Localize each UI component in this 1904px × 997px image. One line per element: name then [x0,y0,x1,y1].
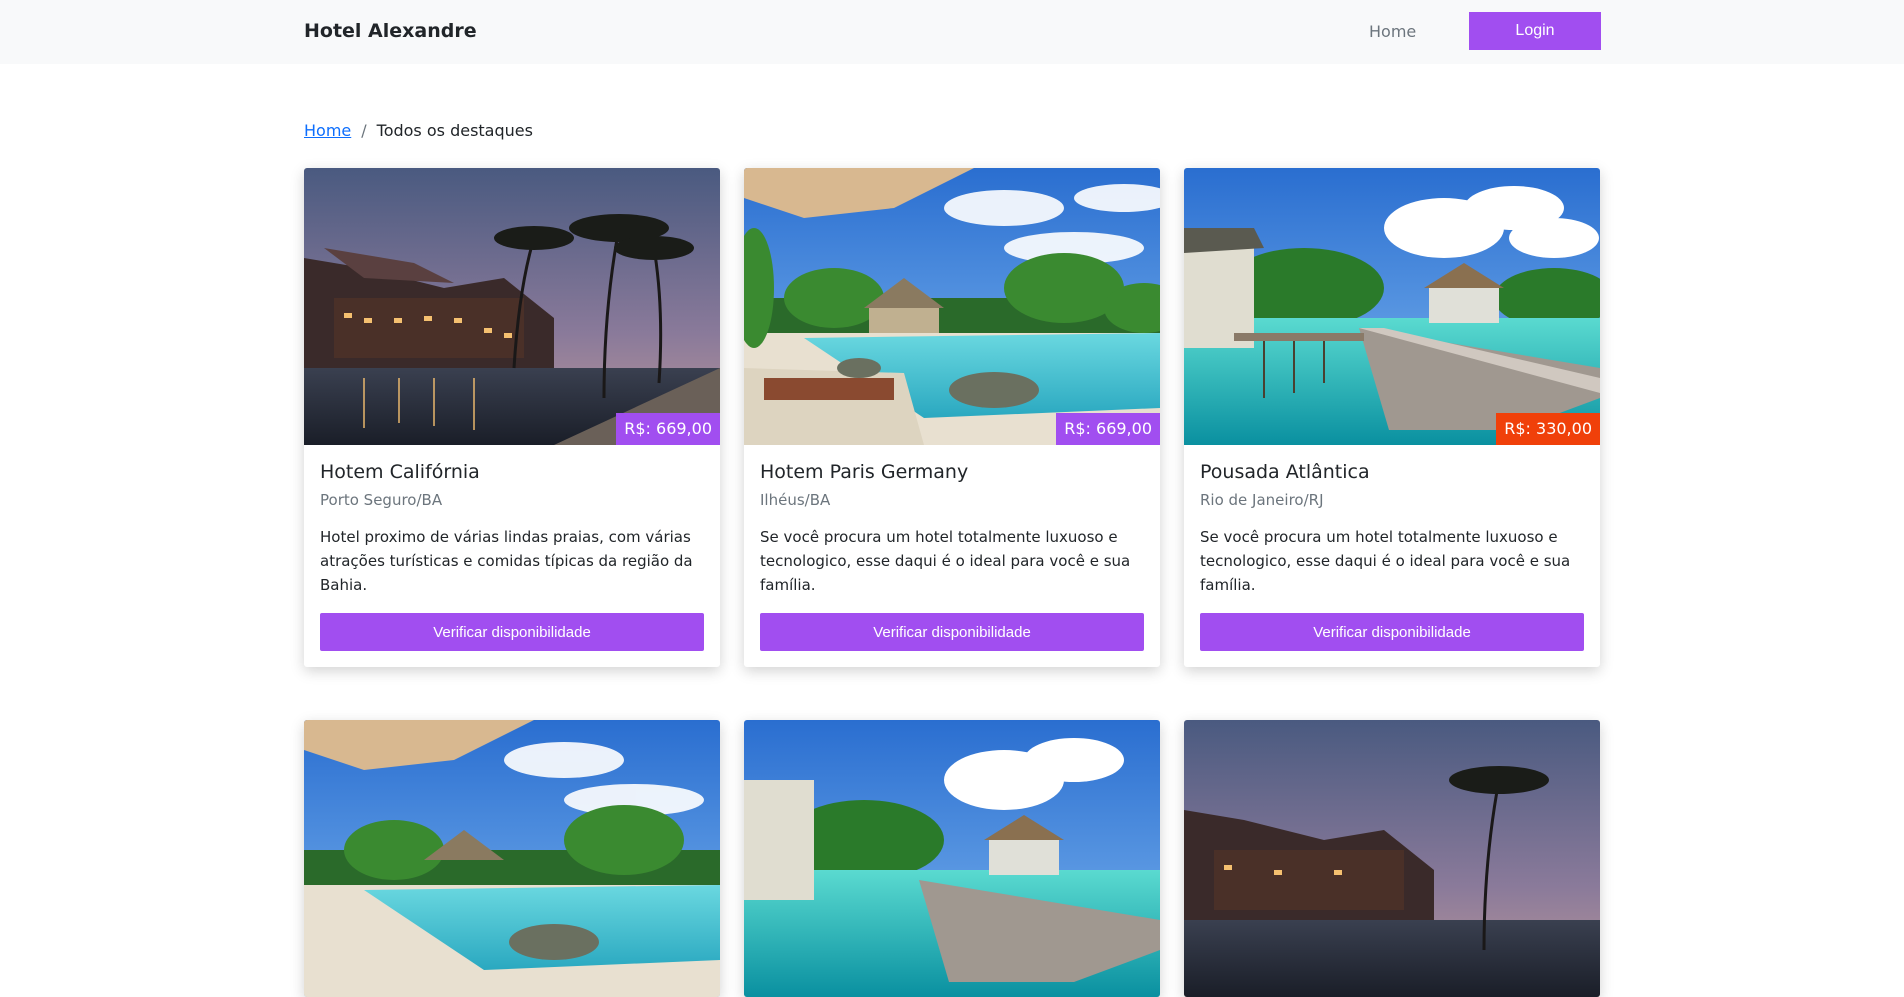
breadcrumb-current: Todos os destaques [376,121,533,140]
hotel-image: R$: 669,00 [744,168,1160,445]
hotel-location: Rio de Janeiro/RJ [1200,491,1324,509]
brand-logo[interactable]: Hotel Alexandre [304,20,477,42]
overwater-bungalow-image [1184,168,1600,445]
check-availability-button[interactable]: Verificar disponibilidade [760,613,1144,651]
overwater-bungalow-image [744,720,1160,997]
hotel-card: R$: 669,00 Hotem Paris Germany Ilhéus/BA… [744,168,1160,667]
hotel-image: R$: 330,00 [1184,168,1600,445]
hotel-image: R$: 669,00 [304,168,720,445]
nav-home-link[interactable]: Home [1369,22,1416,41]
hotel-title: Hotem Paris Germany [760,461,969,483]
check-availability-button[interactable]: Verificar disponibilidade [1200,613,1584,651]
hotel-image [744,720,1160,997]
hotel-card: R$: 669,00 Hotem Califórnia Porto Seguro… [304,168,720,667]
pool-image [744,168,1160,445]
login-button[interactable]: Login [1469,12,1601,50]
hotel-image [1184,720,1600,997]
breadcrumb: Home / Todos os destaques [304,121,533,140]
hotel-card: R$: 330,00 Pousada Atlântica Rio de Jane… [1184,168,1600,667]
hotel-description: Se você procura um hotel totalmente luxu… [760,528,1131,594]
hotel-card [304,720,720,997]
price-badge: R$: 669,00 [616,413,720,445]
hotel-title: Hotem Califórnia [320,461,480,483]
check-availability-button[interactable]: Verificar disponibilidade [320,613,704,651]
breadcrumb-separator: / [361,121,367,140]
hotel-card [1184,720,1600,997]
pool-image [304,720,720,997]
price-badge: R$: 669,00 [1056,413,1160,445]
price-badge: R$: 330,00 [1496,413,1600,445]
navbar: Hotel Alexandre Home Login [0,0,1904,64]
night-resort-image [304,168,720,445]
hotel-description: Hotel proximo de várias lindas praias, c… [320,528,693,594]
hotel-location: Porto Seguro/BA [320,491,443,509]
night-resort-image [1184,720,1600,997]
hotel-title: Pousada Atlântica [1200,461,1370,483]
hotel-card [744,720,1160,997]
hotel-image [304,720,720,997]
hotel-description: Se você procura um hotel totalmente luxu… [1200,528,1571,594]
breadcrumb-home-link[interactable]: Home [304,121,351,140]
hotel-location: Ilhéus/BA [760,491,831,509]
